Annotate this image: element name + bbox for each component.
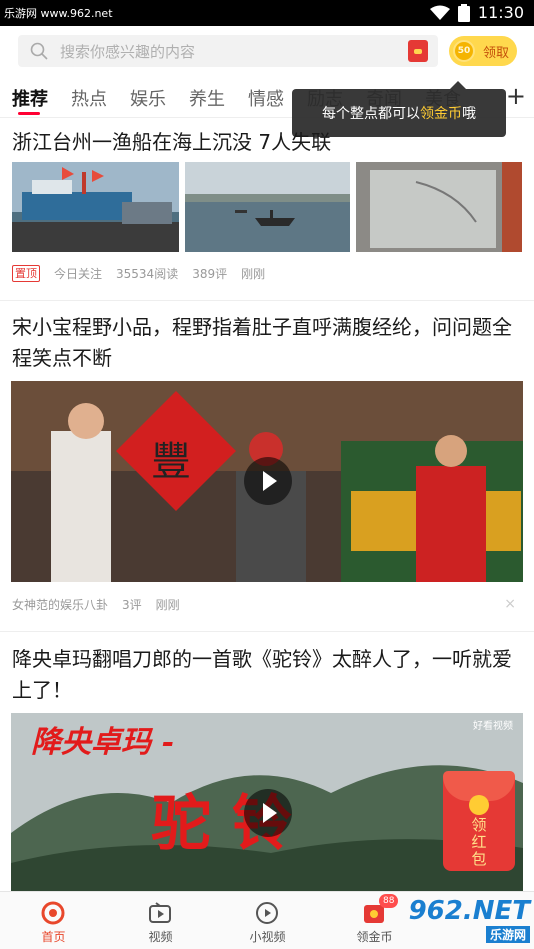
article-meta: 置顶 今日关注 35534阅读 389评 刚刚 bbox=[12, 265, 265, 282]
tooltip-text-before: 每个整点都可以 bbox=[322, 106, 420, 122]
claim-coin-button[interactable]: 50 领取 bbox=[449, 36, 517, 66]
article-comments: 389评 bbox=[192, 267, 228, 281]
claim-label: 领取 bbox=[483, 45, 510, 61]
article-time: 刚刚 bbox=[241, 267, 266, 281]
article-title[interactable]: 宋小宝程野小品，程野指着肚子直呼满腹经纶，问问题全程笑点不断 bbox=[12, 312, 522, 374]
article-meta: 女神范的娱乐八卦 3评 刚刚 bbox=[12, 596, 180, 613]
tab-entertainment[interactable]: 娱乐 bbox=[130, 85, 166, 111]
tab-hot[interactable]: 热点 bbox=[71, 85, 107, 111]
article-source[interactable]: 女神范的娱乐八卦 bbox=[12, 596, 108, 613]
article-comments: 3评 bbox=[122, 598, 142, 612]
red-packet-widget[interactable]: 领红包 bbox=[443, 771, 515, 871]
red-packet-icon[interactable] bbox=[408, 40, 428, 62]
video-thumbnail[interactable]: 降央卓玛 - 驼 铃 好看视频 领红包 bbox=[11, 713, 523, 892]
article-title[interactable]: 浙江台州一渔船在海上沉没 7人失联 bbox=[12, 127, 522, 158]
status-watermark: 乐游网 www.962.net bbox=[4, 7, 113, 20]
dismiss-icon[interactable]: × bbox=[504, 596, 516, 612]
article-time: 刚刚 bbox=[155, 598, 180, 612]
status-right: 11:30 bbox=[429, 3, 524, 22]
watermark-main: 962.NET bbox=[408, 896, 530, 926]
red-packet-label: 领红包 bbox=[471, 816, 487, 868]
status-time: 11:30 bbox=[477, 3, 524, 22]
tooltip-highlight: 领金币 bbox=[420, 106, 462, 122]
tooltip-text-after: 哦 bbox=[462, 106, 476, 122]
battery-icon bbox=[457, 3, 470, 22]
article-image[interactable] bbox=[356, 162, 522, 252]
nav-home-label: 首页 bbox=[41, 930, 66, 944]
search-placeholder: 搜索你感兴趣的内容 bbox=[60, 42, 196, 61]
nav-home[interactable]: 首页 bbox=[0, 892, 107, 949]
video-icon bbox=[149, 902, 171, 923]
nav-short-video[interactable]: 小视频 bbox=[214, 892, 321, 949]
pinned-badge: 置顶 bbox=[12, 265, 40, 282]
article-card[interactable]: 浙江台州一渔船在海上沉没 7人失联 置顶 今日关注 35534阅读 389评 刚… bbox=[0, 125, 534, 300]
search-icon bbox=[30, 42, 48, 60]
search-input[interactable]: 搜索你感兴趣的内容 bbox=[18, 35, 438, 67]
article-card[interactable]: 宋小宝程野小品，程野指着肚子直呼满腹经纶，问问题全程笑点不断 豐 女神范的娱乐八… bbox=[0, 310, 534, 625]
video-thumbnail[interactable]: 豐 bbox=[11, 381, 523, 582]
article-image[interactable] bbox=[12, 162, 179, 252]
status-bar: 乐游网 www.962.net 11:30 bbox=[0, 0, 534, 26]
tab-emotion[interactable]: 情感 bbox=[248, 85, 284, 111]
short-video-icon bbox=[256, 902, 278, 924]
article-title[interactable]: 降央卓玛翻唱刀郎的一首歌《驼铃》太醉人了，一听就爱上了！ bbox=[12, 644, 522, 706]
add-tab-button[interactable]: + bbox=[506, 82, 526, 110]
divider bbox=[0, 631, 534, 632]
home-icon bbox=[41, 901, 65, 925]
article-source[interactable]: 今日关注 bbox=[54, 265, 102, 282]
fu-character: 豐 bbox=[151, 439, 191, 485]
play-icon[interactable] bbox=[244, 789, 292, 837]
video-overlay-title: 降央卓玛 - bbox=[31, 725, 174, 760]
search-row: 搜索你感兴趣的内容 50 领取 bbox=[0, 26, 534, 78]
coin-icon: 50 bbox=[453, 40, 475, 62]
bottom-navigation: 首页 视频 小视频 88 领金币 962.NET 乐游网 bbox=[0, 891, 534, 949]
site-watermark: 962.NET 乐游网 bbox=[408, 896, 530, 943]
article-reads: 35534阅读 bbox=[116, 267, 179, 281]
nav-short-video-label: 小视频 bbox=[249, 930, 286, 944]
divider bbox=[0, 300, 534, 301]
watermark-sub: 乐游网 bbox=[485, 926, 530, 943]
tab-health[interactable]: 养生 bbox=[189, 85, 225, 111]
wifi-icon bbox=[429, 5, 450, 20]
nav-video-label: 视频 bbox=[148, 930, 173, 944]
nav-video[interactable]: 视频 bbox=[107, 892, 214, 949]
play-icon[interactable] bbox=[244, 457, 292, 505]
coin-badge: 88 bbox=[379, 894, 399, 908]
article-image[interactable] bbox=[185, 162, 350, 252]
tab-recommend[interactable]: 推荐 bbox=[12, 85, 48, 111]
nav-gold-coin-label: 领金币 bbox=[356, 930, 393, 944]
active-tab-indicator bbox=[18, 112, 40, 115]
article-card[interactable]: 降央卓玛翻唱刀郎的一首歌《驼铃》太醉人了，一听就爱上了！ 降央卓玛 - 驼 铃 … bbox=[0, 642, 534, 892]
video-watermark: 好看视频 bbox=[473, 721, 513, 732]
